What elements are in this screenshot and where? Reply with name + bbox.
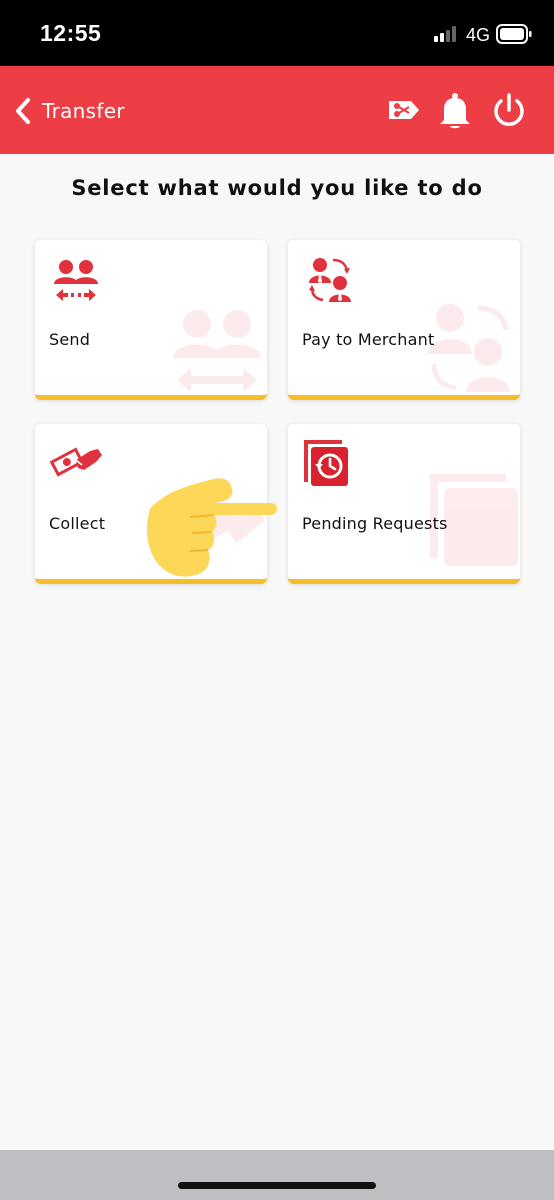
send-card[interactable]: Send xyxy=(35,240,267,400)
signal-icon xyxy=(434,26,456,42)
prompt-heading: Select what would you like to do xyxy=(71,176,483,200)
coupon-scissors-icon[interactable] xyxy=(387,98,421,122)
people-transfer-watermark-icon xyxy=(173,310,261,392)
send-label: Send xyxy=(49,330,91,349)
power-icon[interactable] xyxy=(491,92,527,130)
status-time: 12:55 xyxy=(40,20,102,46)
merchant-exchange-icon xyxy=(309,258,351,302)
cash-hand-icon xyxy=(50,447,102,477)
pending-requests-card[interactable]: Pending Requests xyxy=(288,424,520,584)
status-bar: 12:55 4G xyxy=(0,0,554,66)
page-title: Transfer xyxy=(42,99,125,123)
pay-to-merchant-label: Pay to Merchant xyxy=(302,330,435,349)
pay-to-merchant-card[interactable]: Pay to Merchant xyxy=(288,240,520,400)
home-indicator[interactable] xyxy=(178,1182,376,1189)
pointing-hand-icon xyxy=(147,478,278,577)
back-chevron-icon xyxy=(16,98,30,124)
home-bar-area xyxy=(0,1150,554,1200)
people-transfer-icon xyxy=(54,260,98,301)
bell-icon[interactable] xyxy=(438,92,472,130)
history-clock-icon xyxy=(304,440,348,486)
collect-label: Collect xyxy=(49,514,106,533)
merchant-exchange-watermark-icon xyxy=(428,304,510,392)
battery-icon xyxy=(496,24,532,44)
app-header: Transfer xyxy=(0,66,554,154)
back-button[interactable]: Transfer xyxy=(14,94,144,128)
network-label: 4G xyxy=(466,25,491,45)
pending-requests-label: Pending Requests xyxy=(302,514,448,533)
